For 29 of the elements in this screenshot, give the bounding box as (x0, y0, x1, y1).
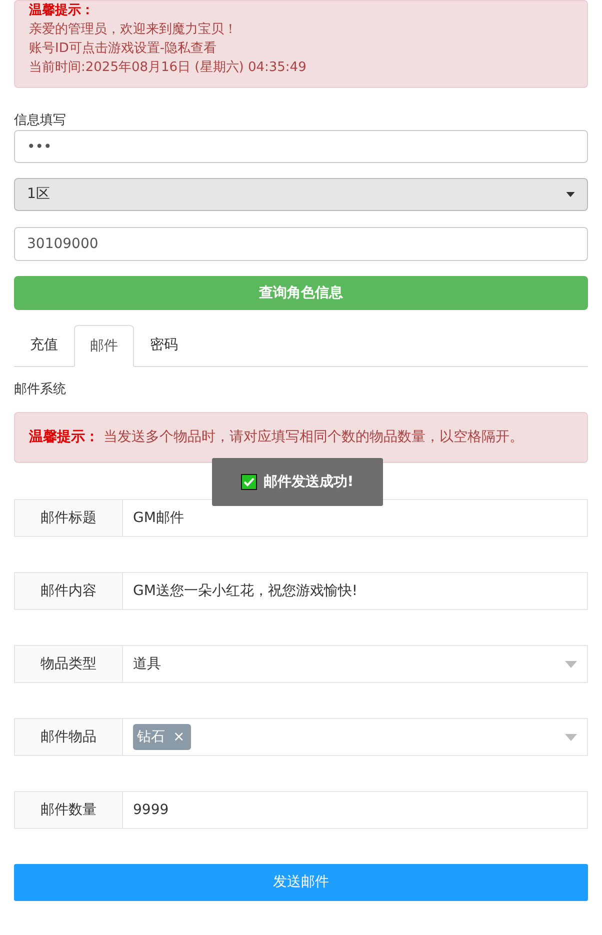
field-label: 邮件内容 (14, 572, 123, 610)
tip-text: 温馨提示： 当发送多个物品时，请对应填写相同个数的物品数量，以空格隔开。 (29, 428, 524, 447)
caret-icon (565, 734, 577, 740)
select-value: 1区 (27, 185, 50, 204)
tab[interactable]: 邮件 (74, 325, 134, 367)
toast-text: 邮件发送成功! (263, 472, 354, 492)
password-field[interactable]: ••• (14, 130, 588, 163)
field-label: 邮件物品 (14, 718, 123, 756)
select-field[interactable]: 道具 (123, 645, 588, 683)
alert-text: 账号ID可点击游戏设置-隐私查看 (29, 40, 218, 58)
input-field[interactable]: 9999 (123, 791, 588, 829)
tab[interactable]: 充值 (14, 325, 74, 366)
server-select[interactable]: 1区 (14, 178, 588, 211)
section-label: 信息填写 (14, 113, 67, 129)
field-label: 物品类型 (14, 645, 123, 683)
alert-title: 温馨提示： (29, 2, 95, 20)
input-field[interactable]: GM邮件 (123, 499, 588, 537)
caret-icon (565, 660, 577, 668)
tab[interactable]: 密码 (134, 325, 194, 366)
section-heading: 邮件系统 (14, 382, 67, 398)
tag-label: 钻石 (137, 728, 165, 746)
input-field[interactable]: GM送您一朵小红花，祝您游戏愉快! (123, 572, 588, 610)
caret-icon (566, 192, 575, 197)
select-value: 道具 (133, 654, 161, 674)
role-id-field[interactable]: 30109000 (14, 227, 588, 261)
alert-text: 亲爱的管理员，欢迎来到魔力宝贝！ (29, 21, 238, 39)
field-label: 邮件数量 (14, 791, 123, 829)
alert-text: 当前时间:2025年08月16日 (星期六) 04:35:49 (29, 59, 308, 77)
field-label: 邮件标题 (14, 499, 123, 537)
